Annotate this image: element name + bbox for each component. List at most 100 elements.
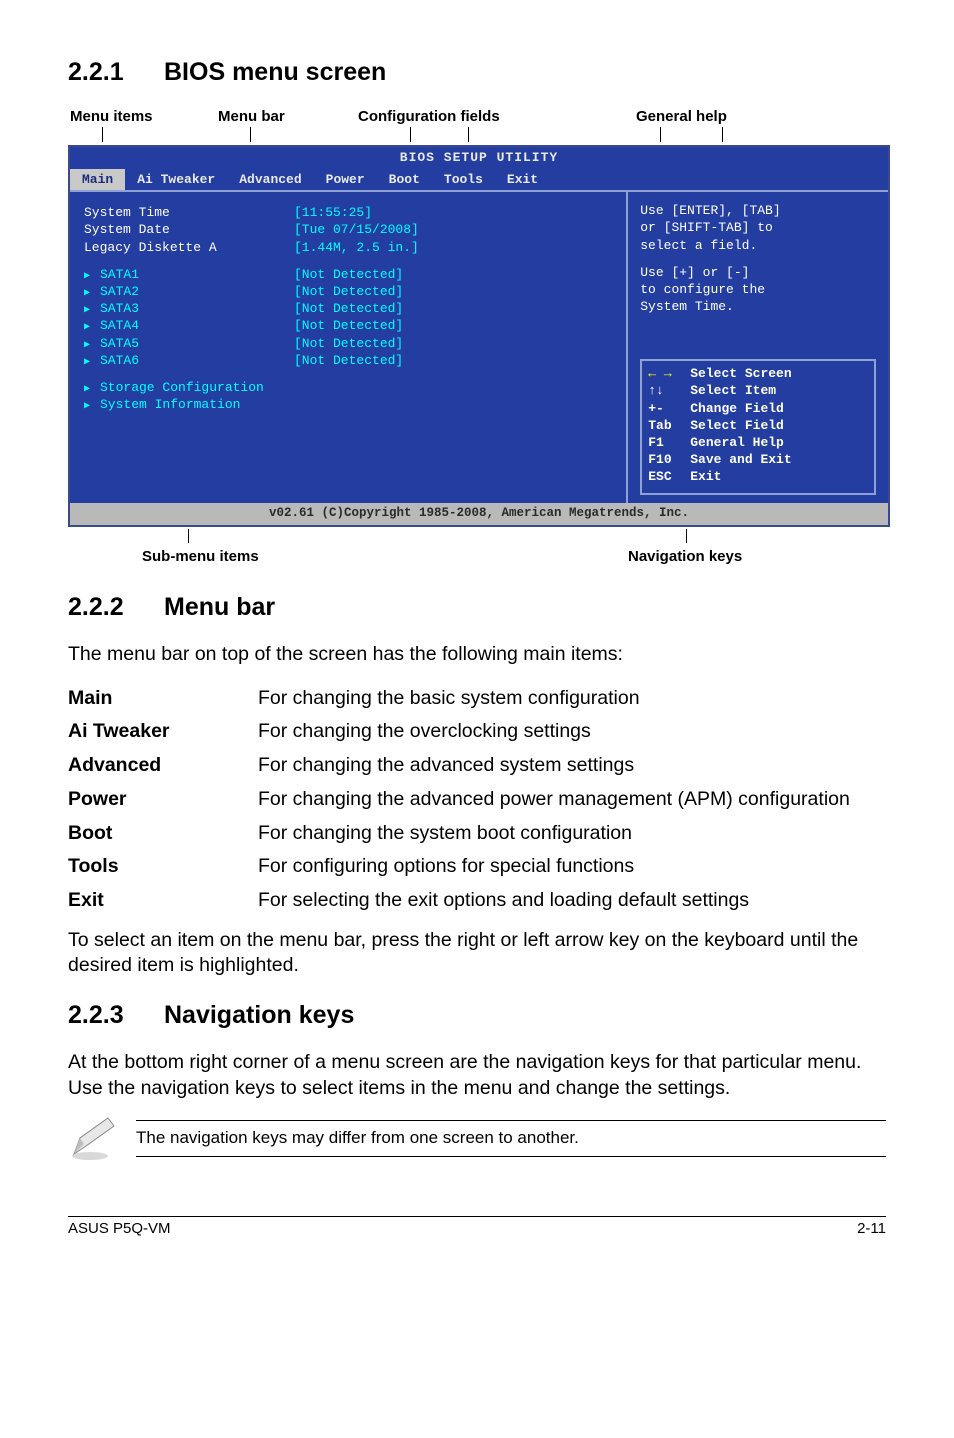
bios-tab-main[interactable]: Main <box>70 169 125 190</box>
val-sata4: [Not Detected] <box>294 317 403 334</box>
menu-definitions: MainFor changing the basic system config… <box>68 682 886 918</box>
def-row: Ai TweakerFor changing the overclocking … <box>68 715 886 749</box>
def-term: Tools <box>68 850 258 884</box>
def-term: Ai Tweaker <box>68 715 258 749</box>
bios-tab-exit[interactable]: Exit <box>495 169 550 190</box>
row-sata6[interactable]: SATA6 [Not Detected] <box>84 352 612 369</box>
row-sata1[interactable]: SATA1 [Not Detected] <box>84 266 612 283</box>
bios-key-legend: ← →Select Screen ↑↓Select Item +-Change … <box>640 359 876 495</box>
section-1-title: BIOS menu screen <box>164 58 386 86</box>
footer-left: ASUS P5Q-VM <box>68 1219 171 1239</box>
key-esc: ESC <box>648 468 690 485</box>
def-row: PowerFor changing the advanced power man… <box>68 783 886 817</box>
lab-sysinfo: System Information <box>100 397 240 412</box>
key-pm: +- <box>648 400 690 417</box>
chevron-right-icon <box>84 379 100 396</box>
bios-screenshot: BIOS SETUP UTILITY Main Ai Tweaker Advan… <box>68 145 890 527</box>
bios-menubar: Main Ai Tweaker Advanced Power Boot Tool… <box>70 169 888 190</box>
menu-outro: To select an item on the menu bar, press… <box>68 928 886 979</box>
chevron-right-icon <box>84 283 100 300</box>
val-sata5: [Not Detected] <box>294 335 403 352</box>
key-ud: ↑↓ <box>648 382 690 399</box>
chevron-right-icon <box>84 396 100 413</box>
row-sata2[interactable]: SATA2 [Not Detected] <box>84 283 612 300</box>
help-l5: to configure the <box>640 281 876 298</box>
bios-left-pane: System Time [11:55:25] System Date [Tue … <box>70 192 626 503</box>
bios-tab-tools[interactable]: Tools <box>432 169 495 190</box>
def-term: Main <box>68 682 258 716</box>
row-storage-config[interactable]: Storage Configuration <box>84 379 612 396</box>
section-2-title: Menu bar <box>164 593 275 621</box>
lab-system-date: System Date <box>84 221 294 238</box>
val-legacy: [1.44M, 2.5 in.] <box>294 239 419 256</box>
val-system-time: [11:55:25] <box>294 204 372 221</box>
help-l3: select a field. <box>640 237 876 254</box>
row-sata4[interactable]: SATA4 [Not Detected] <box>84 317 612 334</box>
label-general-help: General help <box>636 107 727 127</box>
lab-legacy: Legacy Diskette A <box>84 239 294 256</box>
def-row: AdvancedFor changing the advanced system… <box>68 749 886 783</box>
key-tab: Tab <box>648 417 690 434</box>
val-sata1: [Not Detected] <box>294 266 403 283</box>
val-sata2: [Not Detected] <box>294 283 403 300</box>
label-menu-bar: Menu bar <box>218 107 285 127</box>
label-config-fields: Configuration fields <box>358 107 500 127</box>
def-row: MainFor changing the basic system config… <box>68 682 886 716</box>
kd-3: Select Field <box>690 417 784 434</box>
def-desc: For changing the advanced system setting… <box>258 749 886 783</box>
lab-sata3: SATA3 <box>100 301 139 316</box>
key-lr: ← → <box>648 365 690 382</box>
lab-sata6: SATA6 <box>100 353 139 368</box>
bios-tab-boot[interactable]: Boot <box>377 169 432 190</box>
row-sata5[interactable]: SATA5 [Not Detected] <box>84 335 612 352</box>
lab-sata1: SATA1 <box>100 267 139 282</box>
page-footer: ASUS P5Q-VM 2-11 <box>68 1219 886 1239</box>
def-row: ExitFor selecting the exit options and l… <box>68 884 886 918</box>
footer-right: 2-11 <box>857 1219 886 1239</box>
section-3-heading: 2.2.3Navigation keys <box>68 999 886 1032</box>
bios-footer: v02.61 (C)Copyright 1985-2008, American … <box>70 503 888 525</box>
chevron-right-icon <box>84 352 100 369</box>
diagram-top-labels: Menu items Menu bar Configuration fields… <box>68 107 886 145</box>
label-sub-menu: Sub-menu items <box>142 547 259 567</box>
row-legacy[interactable]: Legacy Diskette A [1.44M, 2.5 in.] <box>84 239 612 256</box>
lab-sata4: SATA4 <box>100 318 139 333</box>
val-sata3: [Not Detected] <box>294 300 403 317</box>
help-l2: or [SHIFT-TAB] to <box>640 219 876 236</box>
def-term: Advanced <box>68 749 258 783</box>
lab-sata2: SATA2 <box>100 284 139 299</box>
help-l1: Use [ENTER], [TAB] <box>640 202 876 219</box>
kd-4: General Help <box>690 434 784 451</box>
chevron-right-icon <box>84 300 100 317</box>
chevron-right-icon <box>84 317 100 334</box>
bios-tab-ai-tweaker[interactable]: Ai Tweaker <box>125 169 227 190</box>
row-system-info[interactable]: System Information <box>84 396 612 413</box>
def-desc: For changing the system boot configurati… <box>258 817 886 851</box>
label-menu-items: Menu items <box>70 107 153 127</box>
def-row: ToolsFor configuring options for special… <box>68 850 886 884</box>
def-desc: For configuring options for special func… <box>258 850 886 884</box>
def-term: Boot <box>68 817 258 851</box>
lab-sata5: SATA5 <box>100 336 139 351</box>
row-system-time[interactable]: System Time [11:55:25] <box>84 204 612 221</box>
nav-body: At the bottom right corner of a menu scr… <box>68 1050 886 1101</box>
chevron-right-icon <box>84 266 100 283</box>
section-2-heading: 2.2.2Menu bar <box>68 591 886 624</box>
pencil-icon <box>68 1116 118 1162</box>
bios-tab-power[interactable]: Power <box>314 169 377 190</box>
kd-2: Change Field <box>690 400 784 417</box>
kd-1: Select Item <box>690 382 776 399</box>
def-row: BootFor changing the system boot configu… <box>68 817 886 851</box>
section-1-num: 2.2.1 <box>68 56 164 89</box>
note-block: The navigation keys may differ from one … <box>68 1116 886 1162</box>
section-1-heading: 2.2.1BIOS menu screen <box>68 56 886 89</box>
def-desc: For changing the basic system configurat… <box>258 682 886 716</box>
kd-0: Select Screen <box>690 365 791 382</box>
key-f1: F1 <box>648 434 690 451</box>
bios-tab-advanced[interactable]: Advanced <box>227 169 313 190</box>
section-2-num: 2.2.2 <box>68 591 164 624</box>
help-l6: System Time. <box>640 298 876 315</box>
val-sata6: [Not Detected] <box>294 352 403 369</box>
row-sata3[interactable]: SATA3 [Not Detected] <box>84 300 612 317</box>
row-system-date[interactable]: System Date [Tue 07/15/2008] <box>84 221 612 238</box>
